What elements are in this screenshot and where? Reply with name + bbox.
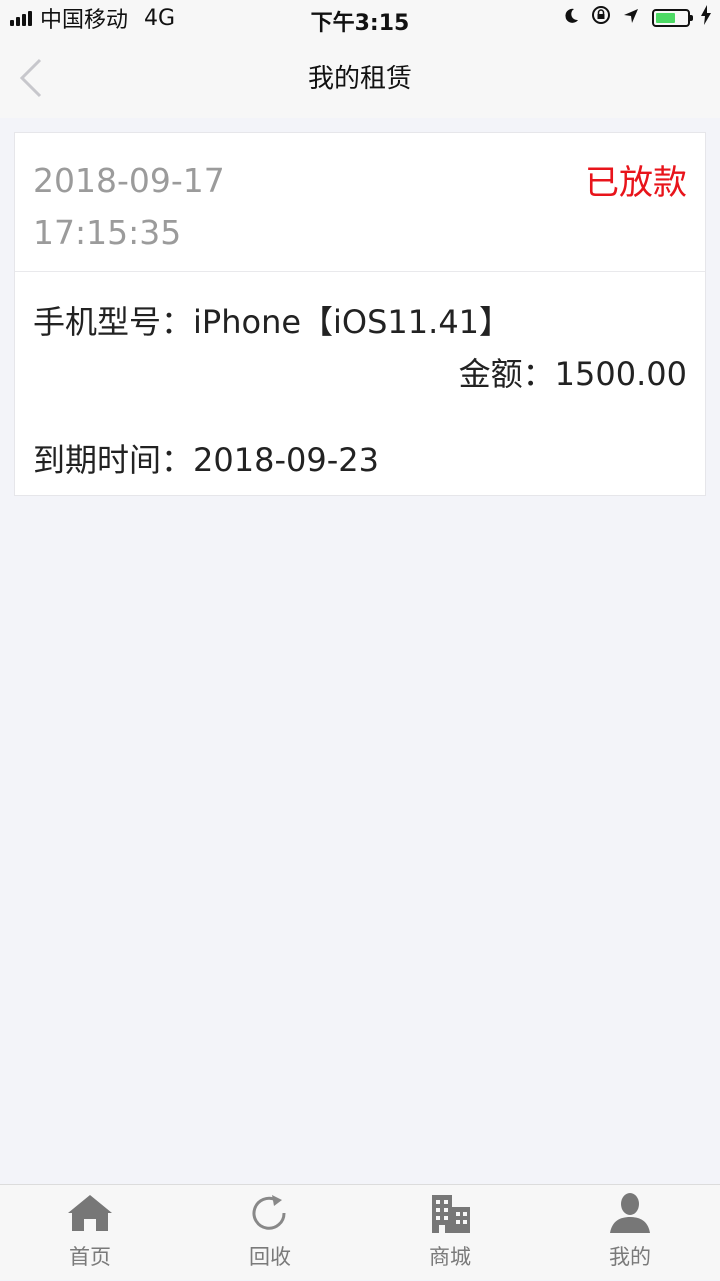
amount-label: 金额： [458, 355, 555, 393]
model-row: 手机型号：iPhone【iOS11.41】 [33, 297, 511, 343]
location-icon [622, 6, 640, 31]
page-title: 我的租赁 [307, 64, 412, 94]
rotation-lock-icon [590, 4, 612, 32]
status-bar: 中国移动 4G 下午3:15 [0, 0, 720, 36]
tab-bar: 首页 回收 商城 我的 [0, 1184, 720, 1280]
amount-row: 金额：1500.00 [459, 349, 687, 395]
rental-order-card[interactable]: 2018-09-17 17:15:35 已放款 手机型号：iPhone【iOS1… [14, 132, 706, 496]
order-time: 17:15:35 [33, 213, 182, 252]
order-status-badge: 已放款 [585, 163, 687, 203]
amount-value: 1500.00 [554, 355, 687, 393]
status-right [552, 5, 712, 31]
order-date: 2018-09-17 [33, 161, 225, 200]
tab-mall[interactable]: 商城 [360, 1185, 540, 1281]
battery-icon [652, 9, 693, 27]
navigation-bar: 我的租赁 [0, 36, 720, 118]
order-datetime: 2018-09-17 17:15:35 [33, 155, 225, 259]
due-date-row: 到期时间：2018-09-23 [33, 435, 379, 481]
tab-mine[interactable]: 我的 [540, 1185, 720, 1281]
tab-home-label: 首页 [69, 1245, 111, 1269]
model-value: iPhone【iOS11.41】 [193, 303, 512, 341]
due-value: 2018-09-23 [193, 441, 379, 479]
order-header: 2018-09-17 17:15:35 已放款 [15, 133, 705, 272]
home-icon [68, 1195, 112, 1231]
tab-mine-label: 我的 [609, 1245, 651, 1269]
tab-home[interactable]: 首页 [0, 1185, 180, 1281]
moon-icon [562, 6, 580, 31]
tab-recycle[interactable]: 回收 [180, 1185, 360, 1281]
tab-recycle-label: 回收 [249, 1245, 291, 1269]
user-icon [610, 1193, 650, 1233]
model-label: 手机型号： [33, 303, 194, 341]
due-label: 到期时间： [33, 441, 194, 479]
building-icon [432, 1195, 470, 1233]
tab-mall-label: 商城 [429, 1245, 471, 1269]
charging-icon [700, 5, 712, 31]
refresh-icon [252, 1195, 286, 1230]
